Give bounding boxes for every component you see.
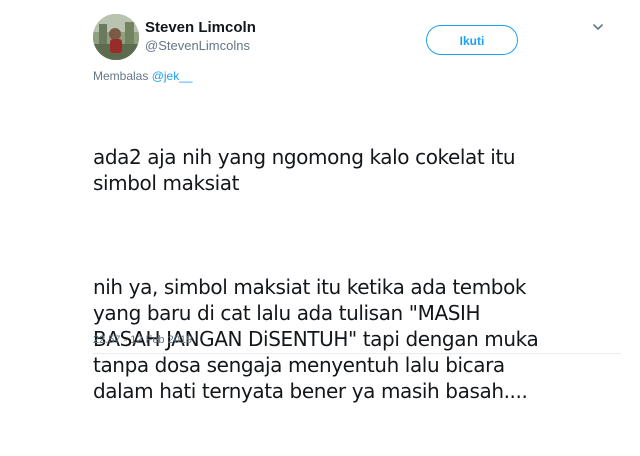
reply-prefix: Membalas [93,69,149,83]
author-handle[interactable]: @StevenLimcolns [145,37,256,55]
tweet-timestamp[interactable]: 22.57 - 12 Feb 2019 [93,333,192,347]
tweet-paragraph: ada2 aja nih yang ngomong kalo cokelat i… [93,145,522,195]
avatar-photo [93,14,139,60]
reply-mention-link[interactable]: @jek__ [152,69,193,83]
author-display-name[interactable]: Steven Limcoln [145,18,256,37]
avatar[interactable] [93,14,139,60]
author-info: Steven Limcoln @StevenLimcolns [145,18,256,55]
chevron-down-icon[interactable] [591,20,605,34]
tweet-text: ada2 aja nih yang ngomong kalo cokelat i… [93,92,543,456]
tweet-card: Steven Limcoln @StevenLimcolns Ikuti Mem… [0,0,640,403]
tweet-header: Steven Limcoln @StevenLimcolns Ikuti [93,14,623,64]
follow-button[interactable]: Ikuti [426,25,518,55]
divider [93,353,621,354]
reply-context: Membalas @jek__ [93,68,193,84]
